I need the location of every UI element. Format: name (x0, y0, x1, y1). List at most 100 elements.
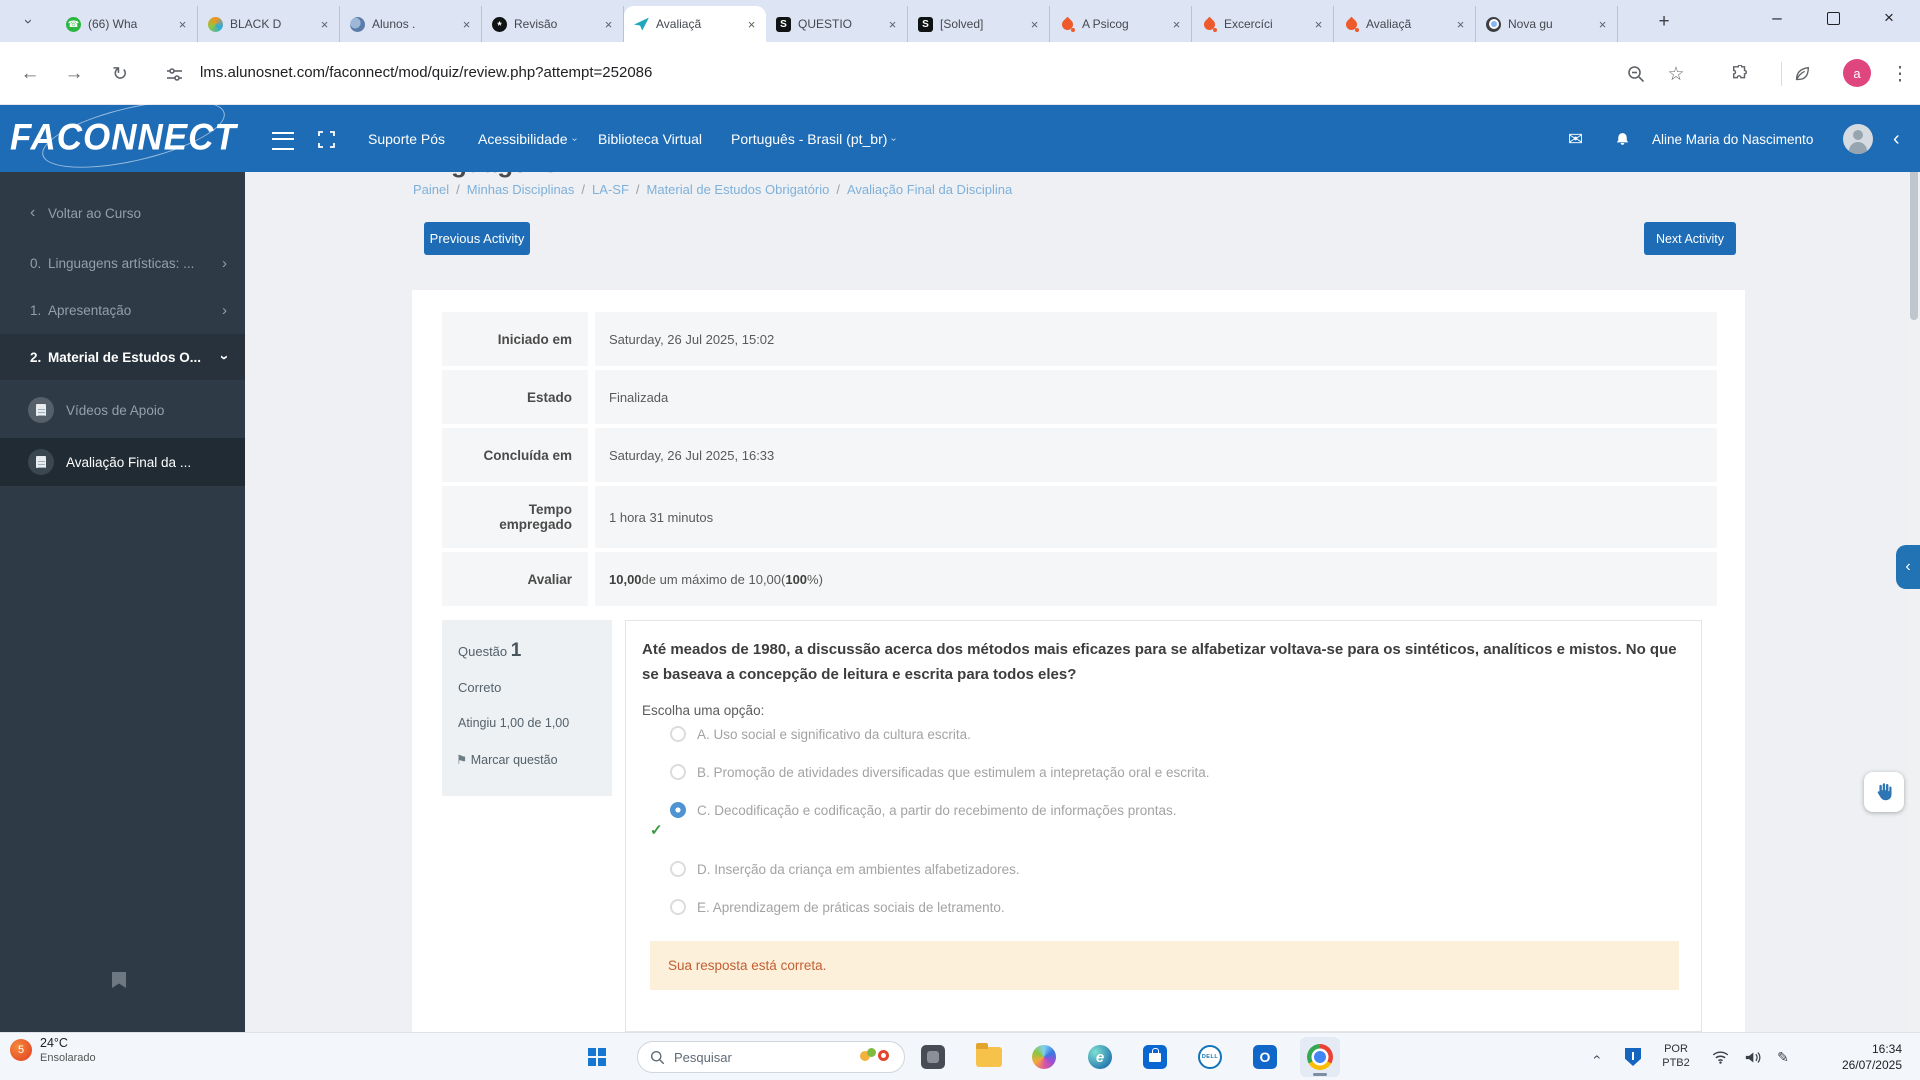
radio-icon[interactable] (670, 764, 686, 780)
forward-icon[interactable] (60, 60, 88, 88)
side-panel-toggle[interactable] (1896, 545, 1920, 589)
tab-avaliacao2[interactable]: Avaliaçã (1334, 6, 1476, 42)
bookmark-star-icon[interactable] (1662, 60, 1690, 88)
chrome-taskbar-icon[interactable] (1300, 1037, 1340, 1077)
radio-icon[interactable] (670, 899, 686, 915)
tab-close-icon[interactable] (743, 16, 760, 33)
wifi-icon[interactable] (1706, 1033, 1734, 1080)
start-button[interactable] (588, 1048, 606, 1066)
tab-close-icon[interactable] (316, 16, 333, 33)
breadcrumb-minhas-disciplinas[interactable]: Minhas Disciplinas (467, 182, 575, 197)
close-window-button[interactable] (1866, 0, 1912, 36)
new-tab-button[interactable] (1650, 8, 1678, 36)
address-bar: lms.alunosnet.com/faconnect/mod/quiz/rev… (0, 42, 1920, 104)
radio-icon[interactable] (670, 726, 686, 742)
fullscreen-icon[interactable] (318, 105, 335, 173)
taskbar-search[interactable]: Pesquisar (637, 1041, 905, 1073)
tab-close-icon[interactable] (1026, 16, 1043, 33)
flame-icon (1344, 17, 1359, 32)
feedback-box: Sua resposta está correta. (650, 941, 1679, 990)
radio-selected-icon[interactable] (670, 802, 686, 818)
menu-hamburger-icon[interactable] (272, 132, 294, 150)
nav-suporte-pos[interactable]: Suporte Pós (368, 105, 445, 173)
dell-icon[interactable]: DELL (1190, 1037, 1230, 1077)
tab-avaliacao-active[interactable]: Avaliaçã (624, 6, 766, 42)
app-dark-icon[interactable] (913, 1037, 953, 1077)
site-info-icon[interactable] (160, 60, 188, 88)
option-b[interactable]: B. Promoção de atividades diversificadas… (670, 764, 1210, 780)
microsoft-store-icon[interactable] (1135, 1037, 1175, 1077)
tab-black[interactable]: BLACK D (198, 6, 340, 42)
security-shield-icon[interactable] (1618, 1033, 1648, 1080)
user-name[interactable]: Aline Maria do Nascimento (1652, 105, 1813, 173)
tab-exercicios[interactable]: Excercíci (1192, 6, 1334, 42)
sidebar-item-avaliacao-final[interactable]: Avaliação Final da ... (0, 444, 245, 480)
tab-close-icon[interactable] (1452, 16, 1469, 33)
reload-icon[interactable] (106, 60, 134, 88)
battery-saver-leaf-icon[interactable] (1788, 60, 1816, 88)
sidebar-section-1[interactable]: 1. Apresentação (0, 293, 245, 327)
tab-whatsapp[interactable]: (66) Wha (56, 6, 198, 42)
breadcrumb-material-estudos[interactable]: Material de Estudos Obrigatório (647, 182, 830, 197)
sidebar-section-2[interactable]: 2. Material de Estudos O... (0, 340, 245, 374)
radio-icon[interactable] (670, 861, 686, 877)
minimize-button[interactable] (1754, 0, 1800, 36)
browser-profile-avatar[interactable]: a (1843, 59, 1871, 87)
tray-chevron-up-icon[interactable] (1580, 1033, 1610, 1080)
accessibility-hand-button[interactable] (1864, 772, 1904, 812)
flag-question-link[interactable]: Marcar questão (456, 752, 558, 767)
tab-solved[interactable]: [Solved] (908, 6, 1050, 42)
tab-close-icon[interactable] (1594, 16, 1611, 33)
url-field[interactable]: lms.alunosnet.com/faconnect/mod/quiz/rev… (200, 64, 652, 81)
zoom-out-icon[interactable] (1622, 60, 1650, 88)
previous-activity-button[interactable]: Previous Activity (424, 222, 530, 255)
outlook-icon[interactable]: O (1245, 1037, 1285, 1077)
sidebar-item-videos-de-apoio[interactable]: Vídeos de Apoio (0, 392, 245, 428)
language-indicator[interactable]: POR PTB2 (1654, 1033, 1698, 1080)
tab-close-icon[interactable] (600, 16, 617, 33)
tab-close-icon[interactable] (1168, 16, 1185, 33)
tab-search-chevron-icon[interactable] (14, 7, 42, 35)
tab-close-icon[interactable] (1310, 16, 1327, 33)
nav-acessibilidade[interactable]: Acessibilidade (478, 105, 576, 173)
edge-icon[interactable]: e (1080, 1037, 1120, 1077)
copilot-icon[interactable] (1024, 1037, 1064, 1077)
chevron-down-icon (222, 349, 227, 366)
next-activity-button[interactable]: Next Activity (1644, 222, 1736, 255)
file-explorer-icon[interactable] (969, 1037, 1009, 1077)
tab-alunos[interactable]: Alunos . (340, 6, 482, 42)
mail-icon[interactable] (1568, 105, 1583, 173)
user-avatar[interactable] (1843, 124, 1873, 154)
sidebar-section-0[interactable]: 0. Linguagens artísticas: ... (0, 246, 245, 280)
nav-biblioteca-virtual[interactable]: Biblioteca Virtual (598, 105, 702, 173)
breadcrumb-la-sf[interactable]: LA-SF (592, 182, 629, 197)
sidebar-bookmark-icon[interactable] (112, 972, 126, 988)
breadcrumb-avaliacao-final[interactable]: Avaliação Final da Disciplina (847, 182, 1012, 197)
option-a[interactable]: A. Uso social e significativo da cultura… (670, 726, 971, 742)
option-e[interactable]: E. Aprendizagem de práticas sociais de l… (670, 899, 1005, 915)
option-c-selected[interactable]: C. Decodificação e codificação, a partir… (670, 802, 1177, 818)
tab-questio[interactable]: QUESTIO (766, 6, 908, 42)
search-highlight-flower-icon[interactable] (858, 1047, 892, 1067)
weather-widget[interactable]: 5 24°C Ensolarado (10, 1036, 96, 1064)
tab-close-icon[interactable] (458, 16, 475, 33)
faconnect-logo[interactable]: FACONNECT (10, 117, 237, 159)
tab-nova-guia[interactable]: Nova gu (1476, 6, 1618, 42)
tab-psicog[interactable]: A Psicog (1050, 6, 1192, 42)
maximize-button[interactable] (1810, 0, 1856, 36)
extensions-icon[interactable] (1726, 60, 1754, 88)
tab-close-icon[interactable] (174, 16, 191, 33)
breadcrumb-painel[interactable]: Painel (413, 182, 449, 197)
browser-menu-icon[interactable] (1886, 60, 1914, 88)
collapse-chevron-icon[interactable] (1893, 105, 1900, 173)
clock-widget[interactable]: 16:34 26/07/2025 (1812, 1033, 1908, 1080)
tab-close-icon[interactable] (884, 16, 901, 33)
bell-icon[interactable] (1614, 105, 1631, 173)
volume-icon[interactable] (1738, 1033, 1766, 1080)
sidebar-back-to-course[interactable]: Voltar ao Curso (0, 198, 245, 228)
back-icon[interactable] (16, 60, 44, 88)
nav-language-selector[interactable]: Português - Brasil (pt_br) (731, 105, 896, 173)
option-d[interactable]: D. Inserção da criança em ambientes alfa… (670, 861, 1020, 877)
pen-icon[interactable] (1770, 1033, 1796, 1080)
tab-revisao[interactable]: Revisão (482, 6, 624, 42)
